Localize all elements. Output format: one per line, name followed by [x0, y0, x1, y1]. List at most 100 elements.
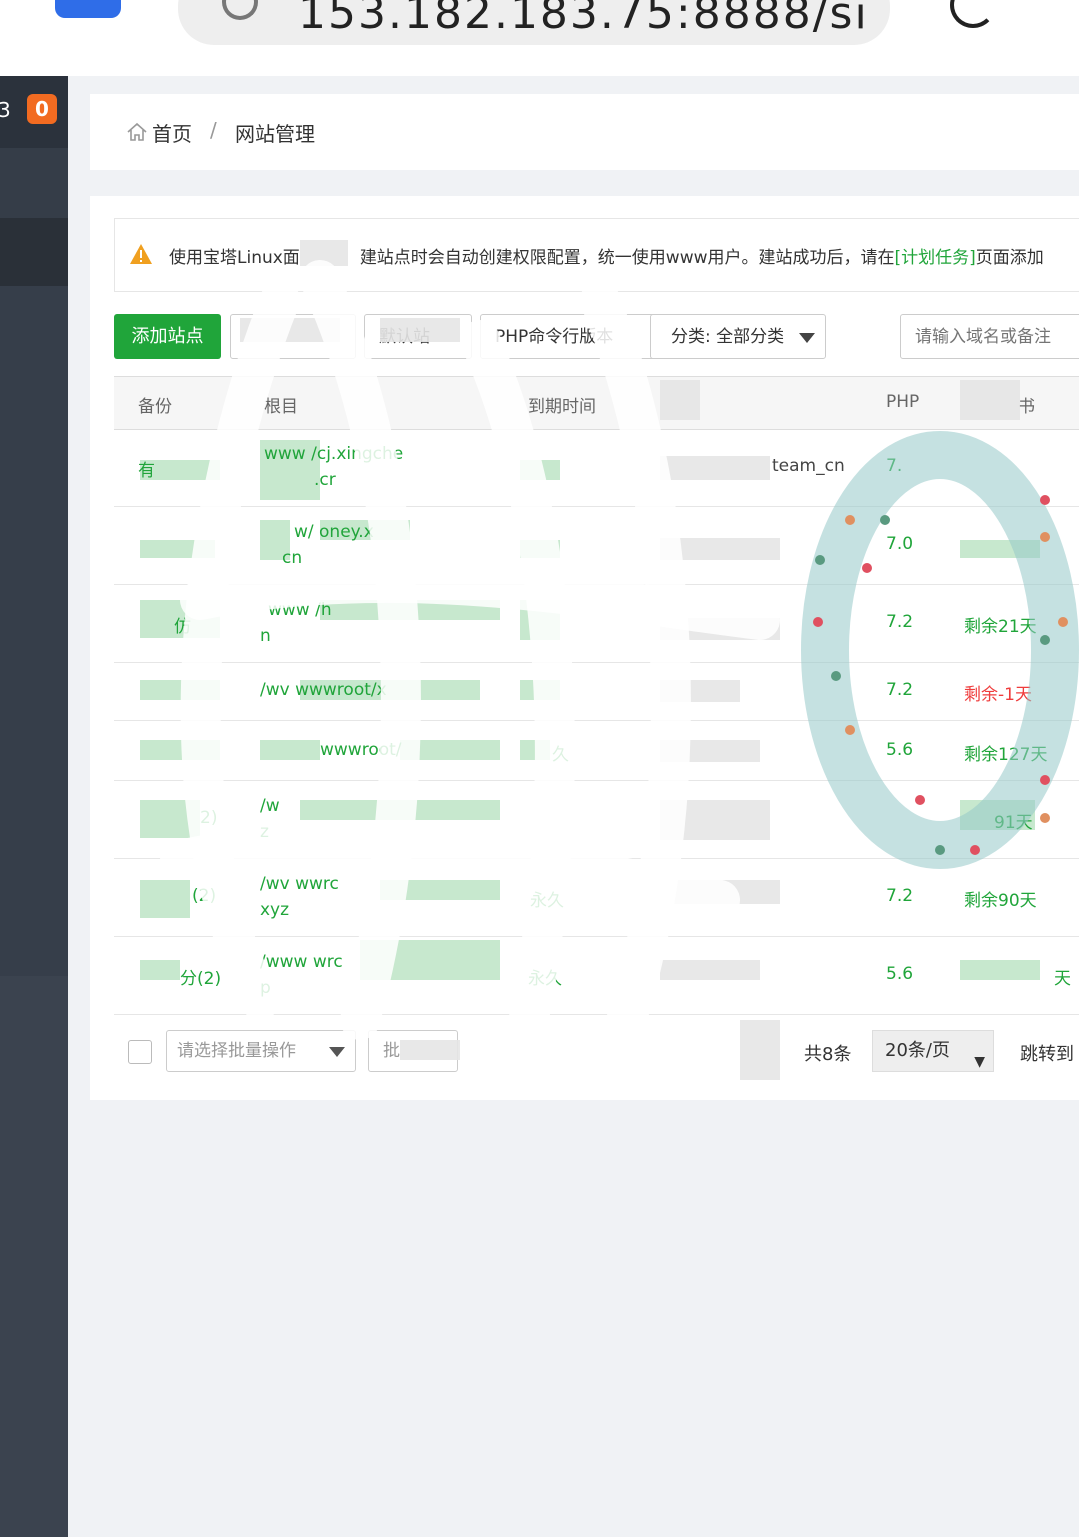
- alert-text-part: 建站点时会自动创建权限配置，统一使用www用户。建站成功后，请在: [359, 248, 895, 268]
- app-icon[interactable]: [55, 0, 121, 18]
- row-dir-cont[interactable]: xyz: [260, 900, 289, 920]
- row-ssl[interactable]: 剩余-1天: [964, 680, 1032, 705]
- redaction-block: [660, 740, 760, 762]
- row-dir-cont[interactable]: n: [260, 626, 271, 646]
- redaction-block: [380, 318, 460, 342]
- table-row[interactable]: 有 www /cj.xingche .cr team_cn 7.: [114, 428, 1079, 507]
- col-ssl[interactable]: 书: [1018, 392, 1035, 417]
- redaction-block: [240, 318, 340, 342]
- row-expire[interactable]: 久: [552, 740, 569, 765]
- table-header: 备份 根目 到期时间 PHP 书: [114, 376, 1079, 430]
- breadcrumb-current: 网站管理: [235, 122, 315, 146]
- sidebar-item[interactable]: [0, 148, 68, 218]
- redaction-block: [960, 380, 1020, 420]
- col-php[interactable]: PHP: [886, 392, 919, 412]
- select-all-checkbox[interactable]: [128, 1040, 152, 1064]
- row-note[interactable]: 有: [138, 456, 155, 481]
- row-dir-cont[interactable]: p: [260, 978, 271, 998]
- row-dir-cont[interactable]: z: [260, 822, 269, 842]
- jump-to-label: 跳转到: [1020, 1044, 1074, 1065]
- cron-task-link[interactable]: [计划任务]: [895, 248, 976, 268]
- row-php[interactable]: 7.0: [886, 534, 913, 554]
- row-ssl[interactable]: 剩余21天: [964, 612, 1037, 637]
- table-row[interactable]: wwwroot/ 久 5.6 剩余127天: [114, 720, 1079, 781]
- redaction-block: [660, 380, 700, 420]
- table-row[interactable]: (2) /wv wwrc xyz 永久 7.2 剩余90天: [114, 858, 1079, 937]
- row-note[interactable]: (2): [192, 886, 216, 906]
- row-dir[interactable]: /w: [260, 796, 280, 816]
- notification-badge[interactable]: 0: [27, 94, 57, 124]
- sidebar-header: 3 0: [0, 76, 68, 148]
- row-dir[interactable]: www /h: [268, 600, 332, 620]
- table-row[interactable]: /wv wwwroot/x 7.2 剩余-1天: [114, 662, 1079, 721]
- caret-down-icon: ▼: [974, 1054, 985, 1070]
- url-text[interactable]: 153.182.183.75:8888/si: [298, 0, 869, 39]
- redaction-block: [660, 800, 770, 840]
- breadcrumb-home[interactable]: 首页: [152, 118, 192, 147]
- redaction-block: [660, 680, 740, 702]
- row-php[interactable]: 7.2: [886, 886, 913, 906]
- row-expire[interactable]: 永久: [530, 886, 564, 911]
- col-dir[interactable]: 根目: [264, 392, 298, 417]
- row-remark[interactable]: team_cn: [772, 456, 845, 476]
- row-ssl[interactable]: 91天: [994, 808, 1033, 833]
- redaction-block: [660, 880, 780, 904]
- row-dir[interactable]: /wv wwwroot/x: [260, 680, 387, 700]
- sidebar-partial-label: 3: [0, 98, 11, 122]
- col-expire[interactable]: 到期时间: [528, 392, 596, 417]
- row-dir[interactable]: www /cj.xingche: [264, 444, 403, 464]
- main-panel: 使用宝塔Linux面 建站点时会自动创建权限配置，统一使用www用户。建站成功后，…: [90, 196, 1079, 1100]
- redaction-block: [660, 456, 770, 480]
- total-count: 共8条: [804, 1044, 852, 1065]
- row-dir[interactable]: wwwroot/: [320, 740, 402, 760]
- row-expire[interactable]: 永久: [528, 964, 562, 989]
- row-dir[interactable]: /www wrc: [260, 952, 343, 972]
- row-php[interactable]: 7.2: [886, 680, 913, 700]
- sidebar-item-active[interactable]: [0, 218, 68, 286]
- row-php[interactable]: 5.6: [886, 740, 913, 760]
- redaction-block: [660, 960, 760, 980]
- row-ssl[interactable]: 剩余90天: [964, 886, 1037, 911]
- table-row[interactable]: 分(2) /www wrc p 永久 5.6 天: [114, 936, 1079, 1015]
- browser-bar: 153.182.183.75:8888/si: [0, 0, 1079, 76]
- row-dir[interactable]: /wv wwrc: [260, 874, 339, 894]
- batch-select[interactable]: 请选择批量操作: [166, 1030, 356, 1072]
- row-ssl[interactable]: 天: [1054, 964, 1071, 989]
- add-site-button[interactable]: 添加站点: [114, 314, 221, 359]
- category-select[interactable]: 分类: 全部分类: [650, 314, 826, 359]
- row-ssl[interactable]: 剩余127天: [964, 740, 1047, 765]
- sidebar: 3 0: [0, 76, 68, 1537]
- chevron-down-icon: [799, 333, 815, 343]
- warning-icon: [130, 244, 152, 264]
- row-php[interactable]: 7.: [886, 456, 902, 476]
- search-input[interactable]: [900, 314, 1079, 359]
- row-note[interactable]: 分(2): [180, 964, 221, 989]
- col-note[interactable]: 备份: [138, 392, 172, 417]
- home-icon[interactable]: [126, 122, 148, 142]
- php-cli-button[interactable]: PHP命令行版本: [480, 314, 660, 359]
- redaction-block: [300, 240, 348, 266]
- reload-icon[interactable]: [950, 0, 996, 28]
- row-dir-cont[interactable]: .cr: [314, 470, 336, 490]
- address-bar[interactable]: 153.182.183.75:8888/si: [178, 0, 890, 45]
- row-note[interactable]: 仿: [174, 612, 191, 637]
- row-dir[interactable]: w/ oney.x: [294, 522, 374, 542]
- info-icon[interactable]: [222, 0, 258, 20]
- chevron-down-icon: [329, 1047, 345, 1057]
- row-php[interactable]: 5.6: [886, 964, 913, 984]
- table-row[interactable]: 仿 www /h n 7.2 剩余21天: [114, 584, 1079, 663]
- table-row[interactable]: w/ oney.x cn 7.0: [114, 506, 1079, 585]
- breadcrumb: 首页 / 网站管理: [90, 94, 1079, 170]
- row-php[interactable]: 7.2: [886, 612, 913, 632]
- breadcrumb-separator: /: [210, 118, 217, 142]
- per-page-select[interactable]: 20条/页 ▼: [872, 1030, 994, 1072]
- alert-box: 使用宝塔Linux面 建站点时会自动创建权限配置，统一使用www用户。建站成功后，…: [114, 218, 1079, 292]
- sidebar-menu[interactable]: [0, 286, 68, 976]
- alert-text-part: 页面添加: [975, 248, 1044, 268]
- category-label: 分类: 全部分类: [671, 327, 785, 347]
- row-note[interactable]: 2): [200, 808, 217, 828]
- table-row[interactable]: 2) /w z 91天: [114, 780, 1079, 859]
- redaction-block: [400, 1040, 460, 1060]
- redaction-block: [660, 538, 780, 560]
- row-dir-cont[interactable]: cn: [282, 548, 302, 568]
